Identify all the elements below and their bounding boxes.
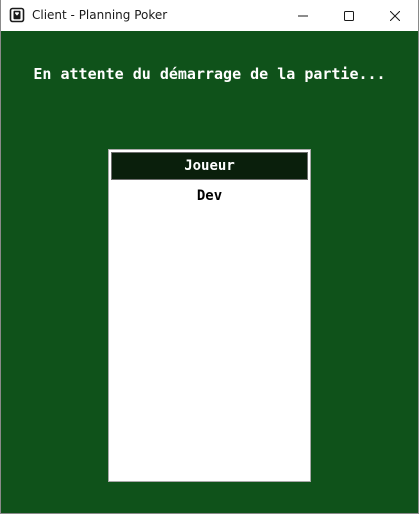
maximize-button[interactable] bbox=[326, 0, 372, 31]
minimize-icon bbox=[298, 6, 308, 25]
players-table-header: Joueur bbox=[111, 152, 308, 180]
waiting-status-message: En attente du démarrage de la partie... bbox=[33, 65, 386, 83]
lobby-area: En attente du démarrage de la partie... … bbox=[1, 31, 418, 513]
close-button[interactable] bbox=[372, 0, 418, 31]
players-list: Dev bbox=[111, 184, 308, 208]
window-title: Client - Planning Poker bbox=[32, 8, 168, 22]
maximize-icon bbox=[344, 6, 354, 25]
title-bar[interactable]: Client - Planning Poker bbox=[1, 0, 418, 31]
minimize-button[interactable] bbox=[280, 0, 326, 31]
players-table: Joueur Dev bbox=[108, 149, 311, 482]
player-list-item[interactable]: Dev bbox=[111, 184, 308, 208]
app-window: Client - Planning Poker En attente du dé… bbox=[0, 0, 419, 514]
playing-card-icon bbox=[9, 7, 25, 23]
close-icon bbox=[389, 6, 401, 25]
